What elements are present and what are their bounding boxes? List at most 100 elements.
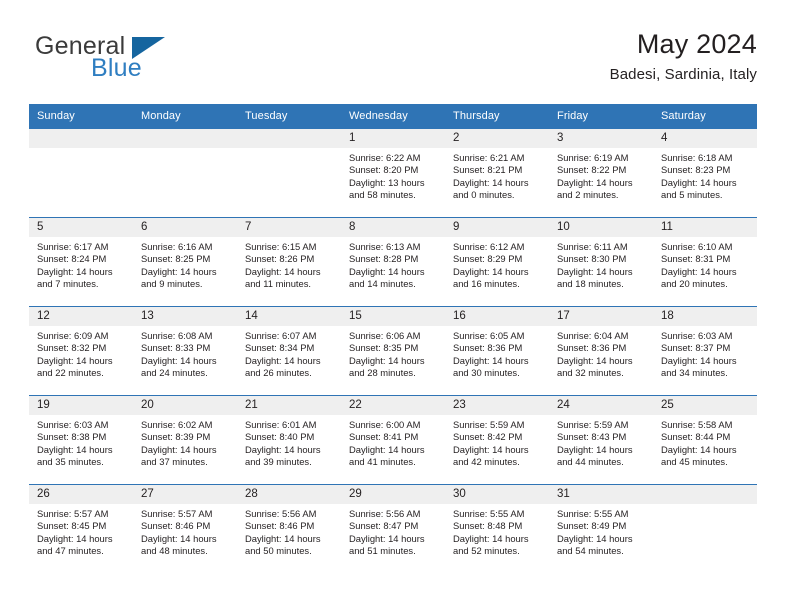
sunset-time: Sunset: 8:32 PM: [37, 342, 107, 354]
sunset-time: Sunset: 8:23 PM: [661, 164, 731, 176]
day-number: 8: [341, 218, 445, 237]
day-cell[interactable]: 25 Sunrise: 5:58 AM Sunset: 8:44 PM Dayligh…: [653, 396, 757, 484]
daylight-duration: Daylight: 14 hours and 20 minutes.: [661, 265, 737, 289]
day-cell[interactable]: 23 Sunrise: 5:59 AM Sunset: 8:42 PM Dayligh…: [445, 396, 549, 484]
day-cell[interactable]: 9 Sunrise: 6:12 AM Sunset: 8:29 PM Daylight…: [445, 218, 549, 306]
day-details: Sunrise: 6:08 AM Sunset: 8:33 PM Daylight:…: [133, 326, 237, 379]
day-details: Sunrise: 6:18 AM Sunset: 8:23 PM Daylight:…: [653, 148, 757, 201]
day-cell[interactable]: 12 Sunrise: 6:09 AM Sunset: 8:32 PM Dayligh…: [29, 307, 133, 395]
day-cell[interactable]: 27 Sunrise: 5:57 AM Sunset: 8:46 PM Dayligh…: [133, 485, 237, 573]
calendar-week-row: 19 Sunrise: 6:03 AM Sunset: 8:38 PM Dayligh…: [29, 395, 757, 484]
daylight-duration: Daylight: 14 hours and 51 minutes.: [349, 532, 425, 556]
day-number: 1: [341, 129, 445, 148]
day-cell[interactable]: 19 Sunrise: 6:03 AM Sunset: 8:38 PM Dayligh…: [29, 396, 133, 484]
daylight-duration: Daylight: 14 hours and 34 minutes.: [661, 354, 737, 378]
day-number: 26: [29, 485, 133, 504]
day-cell[interactable]: 10 Sunrise: 6:11 AM Sunset: 8:30 PM Dayligh…: [549, 218, 653, 306]
daylight-duration: Daylight: 14 hours and 2 minutes.: [557, 176, 633, 200]
day-details: Sunrise: 5:57 AM Sunset: 8:45 PM Daylight:…: [29, 504, 133, 557]
day-details: Sunrise: 6:11 AM Sunset: 8:30 PM Daylight:…: [549, 237, 653, 290]
daylight-duration: Daylight: 14 hours and 11 minutes.: [245, 265, 321, 289]
day-cell[interactable]: 29 Sunrise: 5:56 AM Sunset: 8:47 PM Dayligh…: [341, 485, 445, 573]
sunset-time: Sunset: 8:20 PM: [349, 164, 419, 176]
sunset-time: Sunset: 8:47 PM: [349, 520, 419, 532]
day-number: 28: [237, 485, 341, 504]
day-details: Sunrise: 6:00 AM Sunset: 8:41 PM Daylight:…: [341, 415, 445, 468]
sunset-time: Sunset: 8:40 PM: [245, 431, 315, 443]
day-cell[interactable]: 1 Sunrise: 6:22 AM Sunset: 8:20 PM Daylight…: [341, 129, 445, 217]
day-cell[interactable]: 18 Sunrise: 6:03 AM Sunset: 8:37 PM Dayligh…: [653, 307, 757, 395]
day-number: 6: [133, 218, 237, 237]
day-cell[interactable]: 2 Sunrise: 6:21 AM Sunset: 8:21 PM Daylight…: [445, 129, 549, 217]
sunset-time: Sunset: 8:42 PM: [453, 431, 523, 443]
sunset-time: Sunset: 8:38 PM: [37, 431, 107, 443]
sunset-time: Sunset: 8:49 PM: [557, 520, 627, 532]
day-cell[interactable]: 31 Sunrise: 5:55 AM Sunset: 8:49 PM Dayligh…: [549, 485, 653, 573]
daylight-duration: Daylight: 14 hours and 48 minutes.: [141, 532, 217, 556]
daylight-duration: Daylight: 14 hours and 28 minutes.: [349, 354, 425, 378]
day-number: 29: [341, 485, 445, 504]
day-cell-empty: [29, 129, 133, 217]
day-details: Sunrise: 6:16 AM Sunset: 8:25 PM Daylight:…: [133, 237, 237, 290]
day-cell[interactable]: 6 Sunrise: 6:16 AM Sunset: 8:25 PM Daylight…: [133, 218, 237, 306]
daylight-duration: Daylight: 14 hours and 0 minutes.: [453, 176, 529, 200]
sunrise-time: Sunrise: 6:03 AM: [37, 419, 109, 430]
weekday-header-row: Sunday Monday Tuesday Wednesday Thursday Frid…: [29, 104, 757, 129]
day-cell[interactable]: 11 Sunrise: 6:10 AM Sunset: 8:31 PM Dayligh…: [653, 218, 757, 306]
day-details: Sunrise: 5:56 AM Sunset: 8:46 PM Daylight:…: [237, 504, 341, 557]
day-number: 9: [445, 218, 549, 237]
day-cell[interactable]: 22 Sunrise: 6:00 AM Sunset: 8:41 PM Dayligh…: [341, 396, 445, 484]
day-cell[interactable]: 5 Sunrise: 6:17 AM Sunset: 8:24 PM Daylight…: [29, 218, 133, 306]
daylight-duration: Daylight: 14 hours and 14 minutes.: [349, 265, 425, 289]
sunset-time: Sunset: 8:46 PM: [245, 520, 315, 532]
day-cell[interactable]: 26 Sunrise: 5:57 AM Sunset: 8:45 PM Dayligh…: [29, 485, 133, 573]
day-details: Sunrise: 5:56 AM Sunset: 8:47 PM Daylight:…: [341, 504, 445, 557]
daylight-duration: Daylight: 14 hours and 35 minutes.: [37, 443, 113, 467]
calendar-week-row: 26 Sunrise: 5:57 AM Sunset: 8:45 PM Dayligh…: [29, 484, 757, 573]
day-cell[interactable]: 13 Sunrise: 6:08 AM Sunset: 8:33 PM Dayligh…: [133, 307, 237, 395]
day-number: 10: [549, 218, 653, 237]
general-blue-logo[interactable]: General Blue: [35, 32, 265, 92]
day-number: 31: [549, 485, 653, 504]
day-cell[interactable]: 17 Sunrise: 6:04 AM Sunset: 8:36 PM Dayligh…: [549, 307, 653, 395]
daylight-duration: Daylight: 14 hours and 47 minutes.: [37, 532, 113, 556]
day-cell[interactable]: 14 Sunrise: 6:07 AM Sunset: 8:34 PM Dayligh…: [237, 307, 341, 395]
day-number: 23: [445, 396, 549, 415]
day-cell[interactable]: 16 Sunrise: 6:05 AM Sunset: 8:36 PM Dayligh…: [445, 307, 549, 395]
sunrise-time: Sunrise: 6:21 AM: [453, 152, 525, 163]
day-details: Sunrise: 6:07 AM Sunset: 8:34 PM Daylight:…: [237, 326, 341, 379]
day-details: Sunrise: 6:21 AM Sunset: 8:21 PM Daylight:…: [445, 148, 549, 201]
day-cell[interactable]: 30 Sunrise: 5:55 AM Sunset: 8:48 PM Dayligh…: [445, 485, 549, 573]
day-cell[interactable]: 8 Sunrise: 6:13 AM Sunset: 8:28 PM Daylight…: [341, 218, 445, 306]
day-cell[interactable]: 15 Sunrise: 6:06 AM Sunset: 8:35 PM Dayligh…: [341, 307, 445, 395]
day-number: [653, 485, 757, 504]
sunset-time: Sunset: 8:28 PM: [349, 253, 419, 265]
sunrise-time: Sunrise: 5:59 AM: [557, 419, 629, 430]
day-cell[interactable]: 7 Sunrise: 6:15 AM Sunset: 8:26 PM Daylight…: [237, 218, 341, 306]
day-cell[interactable]: 28 Sunrise: 5:56 AM Sunset: 8:46 PM Dayligh…: [237, 485, 341, 573]
day-cell[interactable]: 24 Sunrise: 5:59 AM Sunset: 8:43 PM Dayligh…: [549, 396, 653, 484]
sunset-time: Sunset: 8:41 PM: [349, 431, 419, 443]
day-cell[interactable]: 20 Sunrise: 6:02 AM Sunset: 8:39 PM Dayligh…: [133, 396, 237, 484]
day-details: Sunrise: 5:59 AM Sunset: 8:43 PM Daylight:…: [549, 415, 653, 468]
calendar-week-row: 12 Sunrise: 6:09 AM Sunset: 8:32 PM Dayligh…: [29, 306, 757, 395]
day-number: [237, 129, 341, 148]
day-number: 4: [653, 129, 757, 148]
sunset-time: Sunset: 8:29 PM: [453, 253, 523, 265]
sunset-time: Sunset: 8:48 PM: [453, 520, 523, 532]
day-cell[interactable]: 3 Sunrise: 6:19 AM Sunset: 8:22 PM Daylight…: [549, 129, 653, 217]
calendar-weeks: 1 Sunrise: 6:22 AM Sunset: 8:20 PM Daylight…: [29, 129, 757, 573]
sunrise-time: Sunrise: 6:04 AM: [557, 330, 629, 341]
sunset-time: Sunset: 8:25 PM: [141, 253, 211, 265]
day-details: Sunrise: 6:05 AM Sunset: 8:36 PM Daylight:…: [445, 326, 549, 379]
day-number: 5: [29, 218, 133, 237]
daylight-duration: Daylight: 14 hours and 42 minutes.: [453, 443, 529, 467]
daylight-duration: Daylight: 14 hours and 50 minutes.: [245, 532, 321, 556]
day-cell[interactable]: 4 Sunrise: 6:18 AM Sunset: 8:23 PM Daylight…: [653, 129, 757, 217]
day-cell[interactable]: 21 Sunrise: 6:01 AM Sunset: 8:40 PM Dayligh…: [237, 396, 341, 484]
day-details: Sunrise: 6:15 AM Sunset: 8:26 PM Daylight:…: [237, 237, 341, 290]
sunrise-time: Sunrise: 5:58 AM: [661, 419, 733, 430]
sunset-time: Sunset: 8:36 PM: [557, 342, 627, 354]
day-number: [29, 129, 133, 148]
day-number: [133, 129, 237, 148]
